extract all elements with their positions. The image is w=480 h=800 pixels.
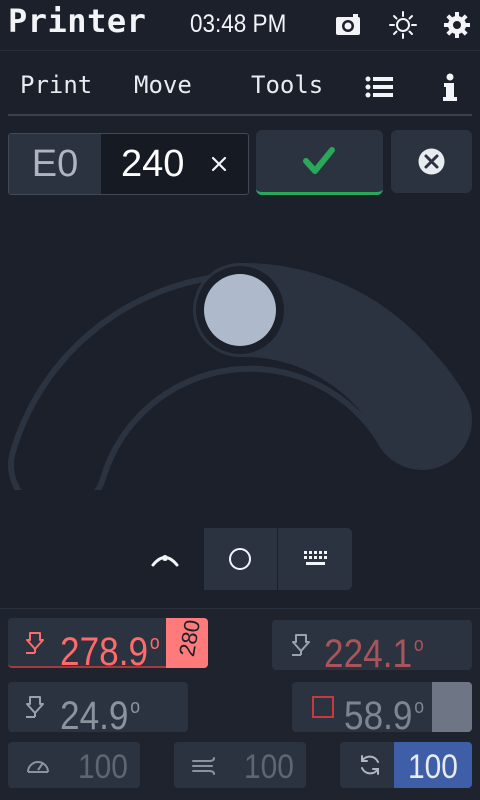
settings-icon[interactable] (442, 10, 472, 40)
camera-icon[interactable] (333, 10, 363, 40)
mode-arc-button[interactable] (128, 528, 203, 590)
heater-extruder1[interactable]: 224.1o (272, 620, 472, 675)
cancel-circle-icon (418, 148, 445, 175)
extruder-icon (22, 694, 48, 720)
nav-move[interactable]: Move (134, 71, 192, 99)
extruder2-temp: 24.9o (60, 694, 141, 738)
menu-list-icon[interactable] (364, 73, 394, 103)
heater-extruder[interactable]: 278.9o 280 (8, 618, 208, 673)
confirm-button[interactable] (256, 130, 383, 195)
speed-factor[interactable]: 100 (8, 742, 140, 788)
keyboard-icon (304, 551, 327, 565)
tool-label: E0 (9, 134, 101, 194)
input-mode-selector (128, 528, 352, 590)
flow-icon (190, 752, 218, 778)
bed-target-indicator (432, 682, 472, 732)
extruder-target: 280 (166, 618, 208, 668)
extruder-temp: 278.9o (60, 630, 160, 674)
info-icon[interactable] (435, 73, 465, 103)
bed-icon (310, 694, 336, 720)
flow-value: 100 (244, 748, 294, 786)
check-icon (303, 147, 335, 174)
mode-circle-button[interactable] (204, 528, 276, 590)
extruder-icon (288, 632, 314, 658)
cancel-button[interactable] (391, 130, 472, 193)
extruder1-temp: 224.1o (324, 632, 424, 676)
refresh-icon (356, 752, 384, 778)
app-title: Printer (8, 2, 147, 40)
clear-value-icon[interactable] (205, 150, 233, 178)
nav-underline (8, 114, 472, 116)
mode-keyboard-button[interactable] (278, 528, 352, 590)
clock: 03:48 PM (190, 10, 287, 38)
fan-value: 100 (408, 748, 458, 786)
nav-print[interactable]: Print (20, 71, 92, 99)
flow-factor[interactable]: 100 (174, 742, 306, 788)
extruder-icon (22, 630, 48, 656)
heater-extruder2[interactable]: 24.9o (8, 682, 188, 737)
value-display: 240 (121, 143, 185, 185)
nav-tools[interactable]: Tools (251, 71, 323, 99)
brightness-icon[interactable] (388, 10, 418, 40)
nav-bar: Print Move Tools (0, 50, 480, 118)
arc-slider[interactable] (0, 230, 480, 515)
slider-knob[interactable] (204, 274, 276, 346)
extruder-target-value: 280 (174, 617, 205, 659)
fan-speed[interactable]: 100 (340, 742, 472, 788)
value-entry[interactable]: E0 240 (8, 133, 249, 195)
speed-value: 100 (78, 748, 128, 786)
heater-bed[interactable]: 58.9o (292, 682, 472, 737)
circle-icon (229, 548, 251, 570)
speedometer-icon (24, 752, 52, 778)
top-bar: Printer 03:48 PM (0, 0, 480, 50)
arc-slider-icon (151, 555, 179, 567)
bed-temp: 58.9o (344, 694, 425, 738)
